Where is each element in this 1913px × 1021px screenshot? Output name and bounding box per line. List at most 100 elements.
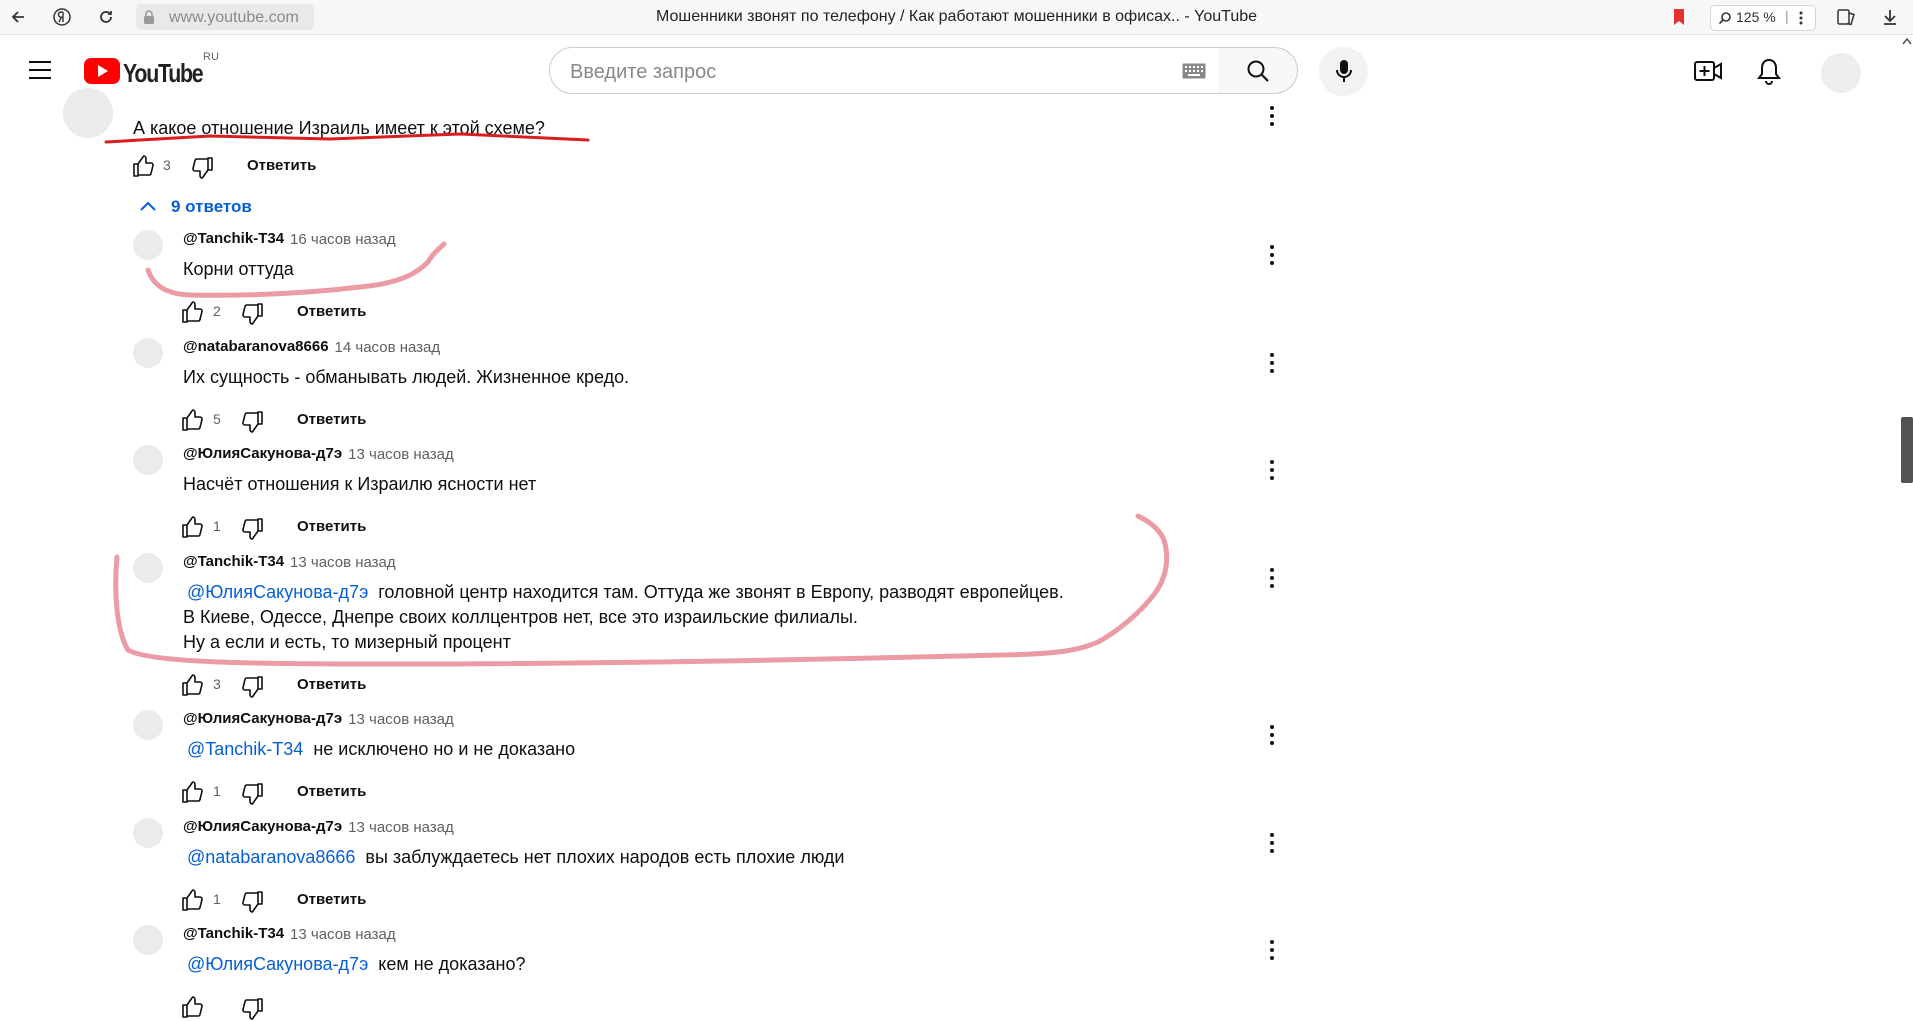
reply-avatar[interactable] (133, 230, 163, 260)
dislike-thumb-down-icon[interactable] (240, 890, 264, 914)
reply-avatar[interactable] (133, 818, 163, 848)
reply-avatar[interactable] (133, 338, 163, 368)
reply-button[interactable]: Ответить (297, 891, 366, 908)
hamburger-menu-icon[interactable] (28, 60, 52, 80)
reply-menu-icon[interactable] (1262, 351, 1282, 375)
voice-search-button[interactable] (1319, 47, 1368, 96)
collections-icon[interactable] (1836, 7, 1856, 27)
reply-timestamp[interactable]: 13 часов назад (348, 446, 454, 463)
keyboard-icon[interactable] (1182, 63, 1206, 79)
dislike-thumb-down-icon[interactable] (190, 156, 214, 180)
browser-toolbar: www.youtube.com Мошенники звонят по теле… (0, 0, 1913, 35)
parent-like-count: 3 (163, 157, 171, 173)
zoom-control[interactable]: 125 % | (1710, 5, 1816, 31)
reply-timestamp[interactable]: 16 часов назад (290, 231, 396, 248)
reply-author[interactable]: @Tanchik-T34 (183, 230, 284, 247)
reply-text-line: Насчёт отношения к Израилю ясности нет (183, 472, 536, 497)
reply-avatar[interactable] (133, 710, 163, 740)
back-arrow-icon[interactable] (8, 7, 28, 27)
dislike-thumb-down-icon[interactable] (240, 302, 264, 326)
scroll-up-arrow-icon[interactable] (1902, 37, 1912, 45)
like-thumb-up-icon[interactable] (181, 888, 205, 912)
like-thumb-up-icon[interactable] (181, 300, 205, 324)
reply-text: кем не доказано? (378, 954, 526, 974)
reply-text-line: Ну а если и есть, то мизерный процент (183, 630, 511, 655)
youtube-logo-icon[interactable] (84, 58, 120, 84)
address-bar[interactable]: www.youtube.com (136, 4, 314, 30)
dislike-thumb-down-icon[interactable] (240, 997, 264, 1021)
search-box[interactable] (549, 47, 1219, 94)
zoom-level: 125 % (1736, 9, 1776, 25)
reply-menu-icon[interactable] (1262, 243, 1282, 267)
reply-menu-icon[interactable] (1262, 566, 1282, 590)
account-avatar[interactable] (1821, 53, 1861, 93)
like-thumb-up-icon[interactable] (181, 408, 205, 432)
reply-text: головной центр находится там. Оттуда же … (378, 582, 1064, 602)
reply-button[interactable]: Ответить (297, 676, 366, 693)
scrollbar-thumb[interactable] (1901, 417, 1913, 483)
parent-reply-button[interactable]: Ответить (247, 157, 316, 174)
reply-avatar[interactable] (133, 925, 163, 955)
reply-like-count: 2 (213, 303, 221, 319)
reply-menu-icon[interactable] (1262, 458, 1282, 482)
reply-text-line: @natabaranova8666 вы заблуждаетесь нет пл… (183, 845, 845, 870)
dislike-thumb-down-icon[interactable] (240, 410, 264, 434)
reply-mention-link[interactable]: @ЮлияСакунова-д7э (187, 954, 368, 974)
reply-button[interactable]: Ответить (297, 411, 366, 428)
reply-author[interactable]: @ЮлияСакунова-д7э (183, 710, 342, 727)
bookmark-icon[interactable] (1672, 8, 1686, 26)
download-icon[interactable] (1880, 7, 1900, 27)
reply-button[interactable]: Ответить (297, 518, 366, 535)
reply-text: вы заблуждаетесь нет плохих народов есть… (365, 847, 845, 867)
reply-mention-link[interactable]: @Tanchik-T34 (187, 739, 303, 759)
notifications-bell-icon[interactable] (1757, 58, 1781, 86)
parent-comment-avatar[interactable] (63, 88, 113, 138)
page-scrollbar[interactable] (1900, 35, 1913, 999)
parent-comment-menu-icon[interactable] (1262, 104, 1282, 128)
yandex-icon[interactable] (52, 7, 72, 27)
reply-mention-link[interactable]: @natabaranova8666 (187, 847, 355, 867)
search-icon (1247, 60, 1269, 82)
reply-timestamp[interactable]: 14 часов назад (335, 339, 441, 356)
dislike-thumb-down-icon[interactable] (240, 517, 264, 541)
reply-timestamp[interactable]: 13 часов назад (290, 554, 396, 571)
reply-mention-link[interactable]: @ЮлияСакунова-д7э (187, 582, 368, 602)
zoom-magnifier-icon (1718, 12, 1731, 25)
like-thumb-up-icon[interactable] (181, 780, 205, 804)
reply-like-count: 3 (213, 676, 221, 692)
reload-icon[interactable] (96, 7, 116, 27)
reply-timestamp[interactable]: 13 часов назад (290, 926, 396, 943)
reply-author[interactable]: @ЮлияСакунова-д7э (183, 445, 342, 462)
reply-text-line: @ЮлияСакунова-д7э головной центр находитс… (183, 580, 1064, 605)
reply-avatar[interactable] (133, 445, 163, 475)
chevron-up-icon (140, 201, 156, 211)
reply-menu-icon[interactable] (1262, 831, 1282, 855)
zoom-menu-icon[interactable] (1799, 10, 1803, 26)
reply-menu-icon[interactable] (1262, 723, 1282, 747)
youtube-logo-text[interactable]: YouTube (123, 58, 204, 89)
reply-like-count: 1 (213, 783, 221, 799)
reply-button[interactable]: Ответить (297, 783, 366, 800)
reply-avatar[interactable] (133, 553, 163, 583)
reply-like-count: 5 (213, 411, 221, 427)
like-thumb-up-icon[interactable] (181, 515, 205, 539)
reply-author[interactable]: @Tanchik-T34 (183, 925, 284, 942)
like-thumb-up-icon[interactable] (181, 673, 205, 697)
reply-text-line: @Tanchik-T34 не исключено но и не доказан… (183, 737, 575, 762)
reply-button[interactable]: Ответить (297, 303, 366, 320)
reply-menu-icon[interactable] (1262, 938, 1282, 962)
reply-text: Их сущность - обманывать людей. Жизненно… (183, 367, 630, 387)
search-input[interactable] (568, 58, 1132, 86)
zoom-divider: | (1785, 8, 1789, 24)
dislike-thumb-down-icon[interactable] (240, 782, 264, 806)
reply-timestamp[interactable]: 13 часов назад (348, 819, 454, 836)
reply-author[interactable]: @ЮлияСакунова-д7э (183, 818, 342, 835)
reply-timestamp[interactable]: 13 часов назад (348, 711, 454, 728)
search-button[interactable] (1218, 47, 1298, 94)
dislike-thumb-down-icon[interactable] (240, 675, 264, 699)
reply-author[interactable]: @natabaranova8666 (183, 338, 329, 355)
like-thumb-up-icon[interactable] (132, 154, 156, 178)
reply-author[interactable]: @Tanchik-T34 (183, 553, 284, 570)
create-video-icon[interactable] (1694, 59, 1722, 83)
parent-comment-text: А какое отношение Израиль имеет к этой с… (133, 118, 545, 138)
